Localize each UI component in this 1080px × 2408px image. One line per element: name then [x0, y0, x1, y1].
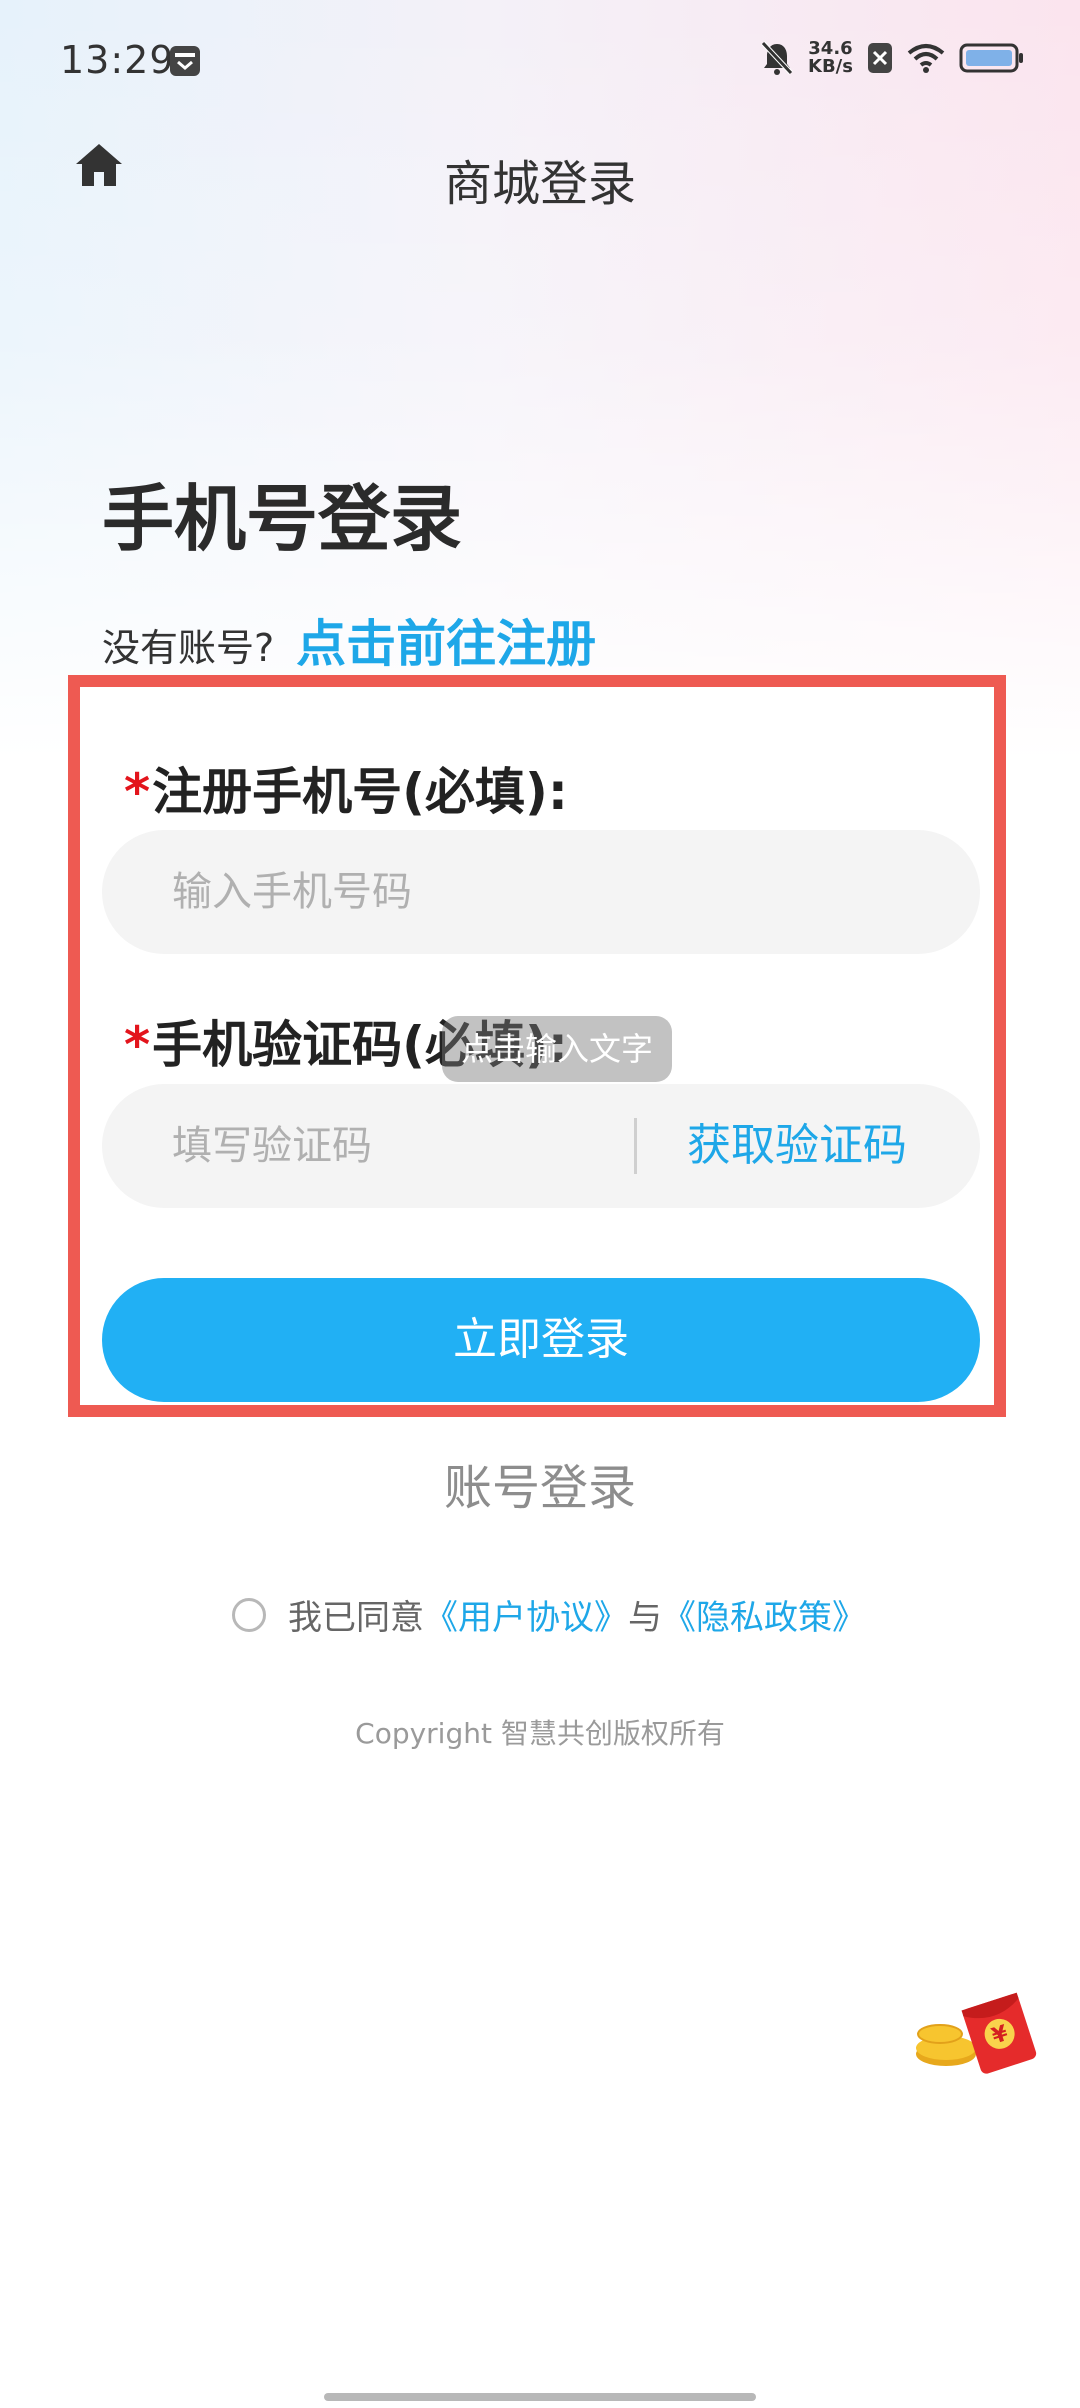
- account-login-link[interactable]: 账号登录: [0, 1448, 1080, 1518]
- wifi-icon: [907, 44, 945, 73]
- privacy-policy-link[interactable]: 《隐私政策》: [662, 1590, 866, 1639]
- agreement-radio[interactable]: [232, 1597, 266, 1632]
- phone-label-text: 注册手机号(必填):: [152, 763, 568, 821]
- agreement-conjunction: 与: [628, 1598, 662, 1638]
- verification-code-input[interactable]: [102, 1084, 632, 1208]
- code-divider: [634, 1118, 637, 1174]
- phone-input[interactable]: [102, 830, 980, 954]
- login-heading: 手机号登录: [102, 477, 463, 561]
- agreement-row: 我已同意 《用户协议》 与 《隐私政策》: [232, 1590, 866, 1639]
- login-submit-button[interactable]: 立即登录: [102, 1278, 980, 1402]
- agreement-prefix: 我已同意: [288, 1598, 424, 1638]
- verification-code-group: 获取验证码: [102, 1084, 980, 1208]
- status-icons: 34.6 KB/s: [760, 40, 1025, 76]
- page-title: 商城登录: [443, 156, 636, 212]
- get-code-button[interactable]: 获取验证码: [687, 1084, 907, 1208]
- register-link[interactable]: 点击前往注册: [296, 604, 596, 676]
- status-time: 13:29: [60, 38, 175, 82]
- net-speed-unit: KB/s: [808, 56, 853, 77]
- mute-icon: [761, 41, 793, 75]
- phone-field-label: *注册手机号(必填):: [124, 752, 568, 824]
- calendar-icon: [170, 46, 200, 76]
- user-agreement-link[interactable]: 《用户协议》: [424, 1590, 628, 1639]
- input-tooltip: 点击输入文字: [442, 1016, 672, 1082]
- no-account-text: 没有账号?: [102, 626, 275, 670]
- sim-off-icon: [867, 43, 892, 73]
- net-speed: 34.6 KB/s: [808, 40, 853, 76]
- battery-icon: [959, 43, 1023, 73]
- required-mark: *: [124, 1016, 151, 1074]
- red-packet-icon[interactable]: ¥: [904, 1990, 1044, 2080]
- home-indicator[interactable]: [324, 2393, 756, 2401]
- register-row: 没有账号? 点击前往注册: [102, 604, 596, 676]
- required-mark: *: [124, 763, 151, 821]
- copyright-text: Copyright 智慧共创版权所有: [355, 1717, 725, 1750]
